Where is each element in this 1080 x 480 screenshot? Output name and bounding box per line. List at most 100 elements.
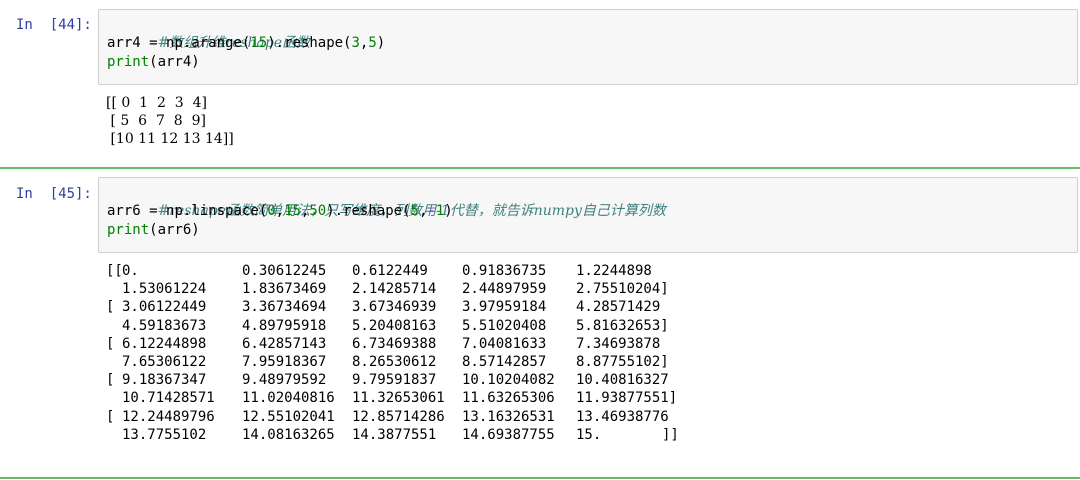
output-line: [10 11 12 13 14]] (106, 131, 234, 147)
input-prompt: In [44]: (16, 17, 92, 33)
code-token: ).reshape( (326, 203, 411, 219)
output-value: 5.81632653] (576, 317, 669, 334)
code-number: 0 (267, 203, 276, 219)
output-value: 9.79591837 (352, 372, 437, 389)
output-value: 2.44897959 (462, 281, 547, 298)
output-value: 7.65306122 (122, 353, 207, 370)
output-value: 7.04081633 (462, 335, 547, 352)
code-token: arange (191, 35, 242, 51)
output-value: 3.97959184 (462, 299, 547, 316)
output-value: 8.57142857 (462, 353, 547, 370)
output-value: 1.53061224 (122, 281, 207, 298)
code-line: #reshape函数简单用法，只写维度，列数用-1代替，就告诉numpy自己计算… (107, 183, 1069, 219)
code-number: 5 (410, 203, 419, 219)
output-value: 3.36734694 (242, 299, 327, 316)
output-value: 2.75510204] (576, 281, 669, 298)
code-editor[interactable]: #reshape函数简单用法，只写维度，列数用-1代替，就告诉numpy自己计算… (98, 177, 1078, 253)
code-token: ) (444, 203, 453, 219)
output-value: 9.48979592 (242, 372, 327, 389)
output-value: 4.59183673 (122, 317, 207, 334)
output-value: 0.30612245 (242, 263, 327, 279)
output-value: 14.69387755 (462, 426, 555, 443)
output-value: 2.14285714 (352, 281, 437, 298)
output-value: 12.85714286 (352, 408, 445, 425)
code-token: arr4 (107, 35, 141, 51)
code-token: (arr6) (149, 222, 200, 238)
output-value: 12.55102041 (242, 408, 335, 425)
output-value: 14.08163265 (242, 426, 335, 443)
output-value: 13.16326531 (462, 408, 555, 425)
output-value: 10.10204082 (462, 372, 555, 389)
code-line: print(arr6) (107, 221, 1069, 240)
output-value: 9.18367347 (122, 372, 207, 389)
output-value: 12.24489796 (122, 408, 215, 425)
output-value: 11.63265306 (462, 390, 555, 407)
output-value: 8.26530612 (352, 353, 437, 370)
output-value: 11.02040816 (242, 390, 335, 407)
code-number: 15 (250, 35, 268, 51)
output-value: 3.06122449 (122, 299, 207, 316)
output-value: 8.87755102] (576, 353, 669, 370)
output-value: 15. (576, 426, 602, 443)
output-bracket: [ (106, 335, 115, 352)
cell-separator (0, 167, 1080, 169)
code-token: (arr4) (149, 54, 200, 70)
code-token: arr6 (107, 203, 141, 219)
code-builtin: print (107, 222, 150, 238)
output-value: 0.6122449 (352, 263, 428, 279)
notebook-cell-45[interactable]: In [45]: #reshape函数简单用法，只写维度，列数用-1代替，就告诉… (0, 170, 1080, 478)
output-value: 7.95918367 (242, 353, 327, 370)
output-bracket: [ (106, 408, 115, 425)
output-value: 1.83673469 (242, 281, 327, 298)
output-value: 11.93877551] (576, 390, 678, 407)
code-number: 50 (309, 203, 327, 219)
code-number: 15 (284, 203, 301, 219)
output-value: 4.28571429 (576, 299, 661, 316)
output-line: [[ 0 1 2 3 4] (106, 95, 207, 111)
output-value: 0.91836735 (462, 263, 547, 279)
output-bracket: [ (106, 372, 115, 389)
code-editor[interactable]: #数组升维reshape函数 arr4 = np.arange(15).resh… (98, 9, 1078, 85)
output-bracket: [ (106, 299, 115, 316)
code-number: 1 (435, 203, 445, 219)
output-value: 10.40816327 (576, 372, 669, 389)
code-number: 3 (351, 35, 360, 51)
output-value: 6.73469388 (352, 335, 437, 352)
output-line: [ 5 6 7 8 9] (106, 113, 206, 129)
output-value: 0. (122, 263, 139, 279)
code-token: np. (166, 35, 192, 51)
output-value: 11.32653061 (352, 390, 445, 407)
code-line: arr4 = np.arange(15).reshape(3,5) (107, 34, 1069, 53)
code-operator: - (427, 203, 436, 219)
code-token: ).reshape( (267, 35, 352, 51)
code-line: print(arr4) (107, 53, 1069, 72)
code-token: np. (166, 203, 192, 219)
output-value: 4.89795918 (242, 317, 327, 334)
code-builtin: print (107, 54, 150, 70)
output-value: 3.67346939 (352, 299, 437, 316)
cell-separator (0, 477, 1080, 479)
output-value: 5.51020408 (462, 317, 547, 334)
output-value: 6.42857143 (242, 335, 327, 352)
output-value: 13.46938776 (576, 408, 669, 425)
output-value: 5.20408163 (352, 317, 437, 334)
code-line: #数组升维reshape函数 (107, 15, 1069, 51)
output-value: 13.7755102 (122, 426, 207, 443)
code-token: ( (258, 203, 268, 219)
output-value: 14.3877551 (352, 426, 437, 443)
notebook-cell-44[interactable]: In [44]: #数组升维reshape函数 arr4 = np.arange… (0, 0, 1080, 168)
output-bracket: [[ (106, 263, 123, 279)
code-number: 5 (368, 35, 377, 51)
input-prompt: In [45]: (16, 186, 92, 202)
code-token: = (140, 203, 167, 219)
output-value: 1.2244898 (576, 263, 652, 279)
cell-output: [[ 0 1 2 3 4] [ 5 6 7 8 9] [10 11 12 13 … (106, 94, 234, 148)
output-bracket: ]] (662, 426, 679, 443)
code-token: linspace (191, 203, 259, 219)
code-token: ) (376, 35, 386, 51)
code-token: , (275, 203, 285, 219)
code-token: = (140, 35, 167, 51)
output-value: 7.34693878 (576, 335, 661, 352)
output-value: 10.71428571 (122, 390, 215, 407)
output-value: 6.12244898 (122, 335, 207, 352)
